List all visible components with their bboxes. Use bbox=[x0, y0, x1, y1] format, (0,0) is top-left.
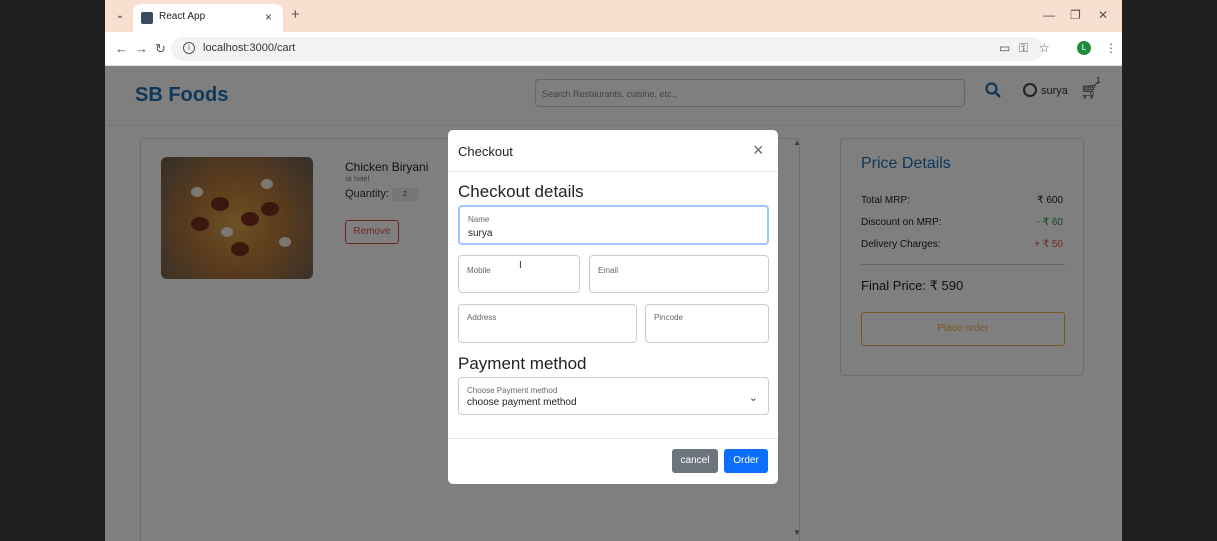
email-label: Email bbox=[598, 266, 619, 275]
pincode-field[interactable]: Pincode bbox=[645, 304, 769, 343]
payment-label: Choose Payment method bbox=[467, 386, 558, 395]
payment-method-select[interactable]: Choose Payment method choose payment met… bbox=[458, 377, 769, 415]
mobile-field[interactable]: Mobile I bbox=[458, 255, 580, 293]
tab-search-icon[interactable]: ⌄ bbox=[113, 9, 127, 23]
new-tab-button[interactable]: + bbox=[291, 6, 300, 23]
close-icon[interactable]: × bbox=[753, 140, 764, 161]
address-label: Address bbox=[467, 313, 497, 322]
name-field[interactable]: Name surya bbox=[458, 205, 769, 245]
cancel-button[interactable]: cancel bbox=[672, 449, 718, 473]
payment-value: choose payment method bbox=[467, 397, 577, 408]
payment-method-heading: Payment method bbox=[458, 354, 587, 373]
pincode-label: Pincode bbox=[654, 313, 683, 322]
modal-header: Checkout × bbox=[448, 130, 778, 172]
forward-icon[interactable]: → bbox=[135, 41, 148, 56]
name-value: surya bbox=[468, 228, 493, 239]
address-bar: ← → ↻ i localhost:3000/cart ▭ ⚿ ☆ L ⋮ bbox=[105, 32, 1122, 66]
url-field[interactable]: i localhost:3000/cart bbox=[171, 37, 1043, 61]
browser-window: ⌄ React App × + — ❐ ✕ ← → ↻ i localhost:… bbox=[105, 0, 1122, 541]
back-icon[interactable]: ← bbox=[115, 41, 128, 56]
checkout-modal: Checkout × Checkout details Name surya M… bbox=[448, 130, 778, 484]
password-key-icon[interactable]: ⚿ bbox=[1019, 41, 1028, 56]
modal-footer-divider bbox=[448, 438, 778, 439]
email-field[interactable]: Email bbox=[589, 255, 769, 293]
browser-menu-icon[interactable]: ⋮ bbox=[1105, 41, 1117, 55]
name-label: Name bbox=[468, 215, 490, 224]
profile-avatar[interactable]: L bbox=[1077, 41, 1091, 55]
cast-icon[interactable]: ▭ bbox=[999, 41, 1010, 55]
browser-tab[interactable]: React App × bbox=[133, 4, 283, 32]
close-window-icon[interactable]: ✕ bbox=[1098, 8, 1108, 22]
restore-icon[interactable]: ❐ bbox=[1070, 8, 1081, 22]
site-info-icon[interactable]: i bbox=[183, 42, 195, 54]
address-field[interactable]: Address bbox=[458, 304, 637, 343]
url-text: localhost:3000/cart bbox=[203, 42, 296, 54]
reload-icon[interactable]: ↻ bbox=[155, 41, 166, 57]
checkout-details-heading: Checkout details bbox=[458, 182, 584, 201]
react-favicon-icon bbox=[141, 12, 153, 24]
text-cursor-icon: I bbox=[519, 260, 522, 271]
tab-close-icon[interactable]: × bbox=[265, 10, 272, 24]
order-button[interactable]: Order bbox=[724, 449, 768, 473]
minimize-icon[interactable]: — bbox=[1043, 8, 1055, 22]
bookmark-star-icon[interactable]: ☆ bbox=[1039, 41, 1050, 55]
tab-title: React App bbox=[159, 11, 206, 22]
modal-title: Checkout bbox=[458, 144, 513, 159]
mobile-label: Mobile bbox=[467, 266, 491, 275]
tab-bar: ⌄ React App × + — ❐ ✕ bbox=[105, 0, 1122, 32]
chevron-down-icon: ⌄ bbox=[748, 392, 758, 404]
